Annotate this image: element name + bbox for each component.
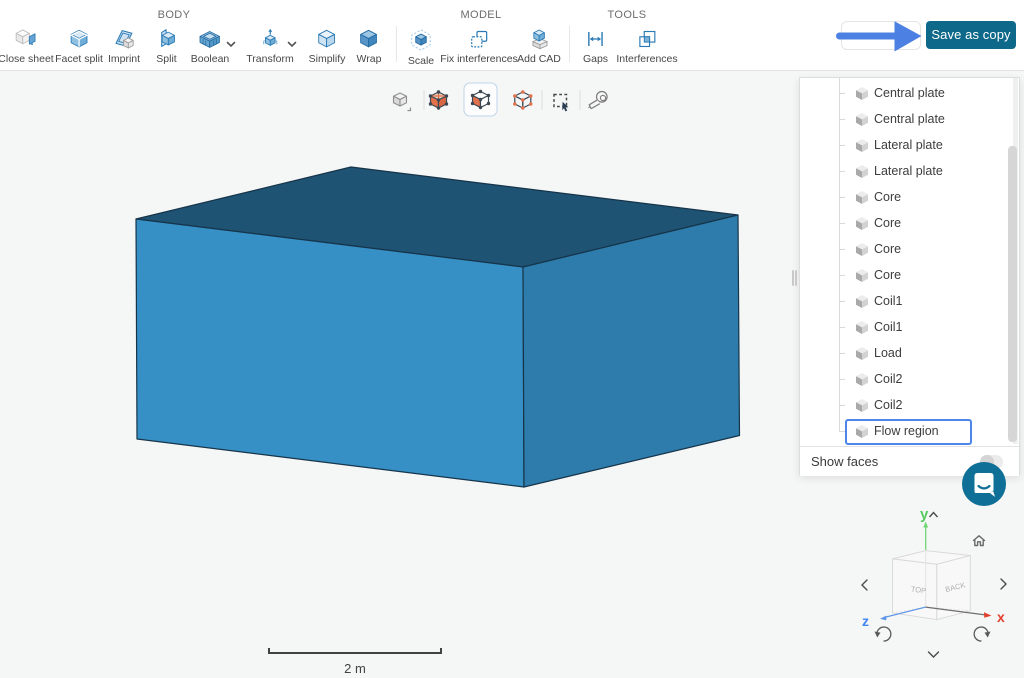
svg-text:y: y xyxy=(920,506,929,523)
svg-text:x: x xyxy=(997,609,1005,625)
svg-text:TOP: TOP xyxy=(910,585,926,596)
svg-text:z: z xyxy=(862,613,869,629)
